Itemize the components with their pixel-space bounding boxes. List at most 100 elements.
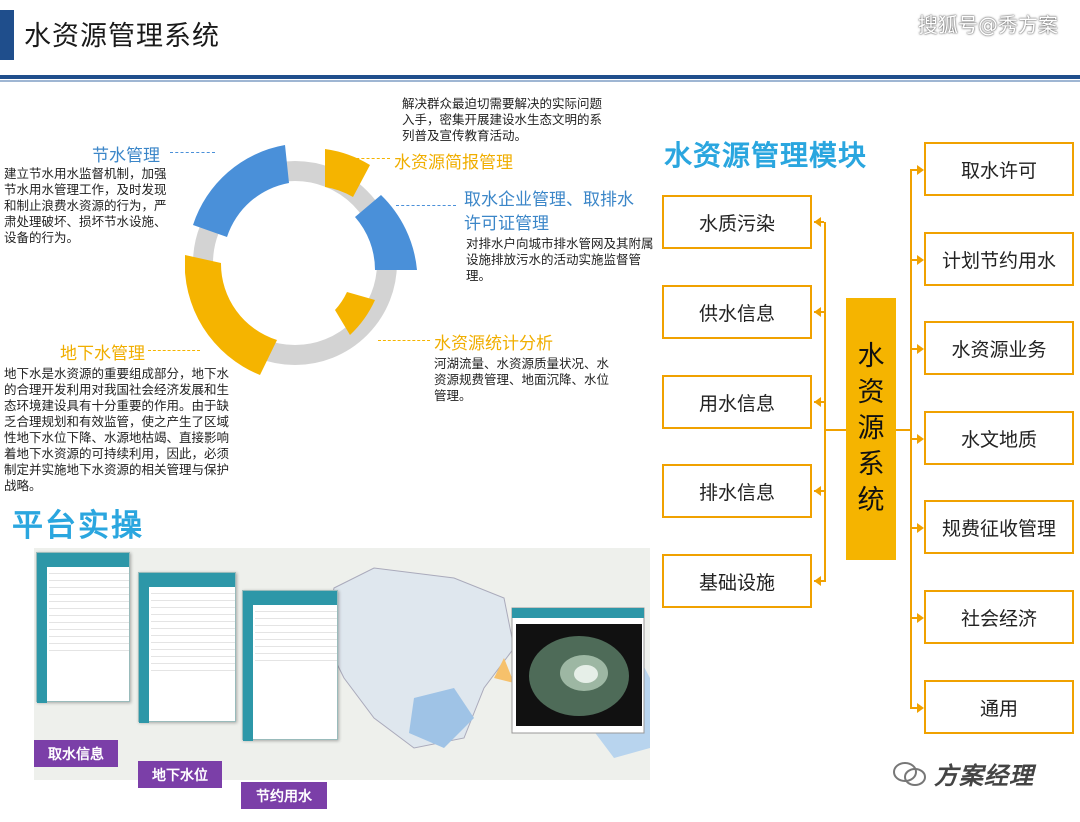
panel-row [255,640,337,647]
source-label: 搜狐号@秀方案 [918,13,1058,37]
module-left-box: 供水信息 [662,285,812,339]
wechat-icon [893,762,926,786]
bulletin-title: 水资源简报管理 [394,153,513,173]
groundwater-desc: 地下水是水资源的重要组成部分，地下水的合理开发利用对我国社会经济发展和生态环境建… [4,366,230,493]
water-saving-desc: 建立节水用水监督机制，加强节水用水管理工作，及时发现和制止浪费水资源的行为，严肃… [4,166,167,245]
page-title: 水资源管理系统 [24,21,220,52]
panel-header [37,553,129,567]
module-right-box: 社会经济 [924,590,1074,644]
module-left-box: 基础设施 [662,554,812,608]
ring-segment-groundwater [185,255,277,375]
panel-row [151,587,235,594]
panel-row [49,567,129,574]
header-rule [0,75,1080,79]
panel-row [49,644,129,651]
module-right-box: 规费征收管理 [924,500,1074,554]
arrow-right-icon [917,703,924,713]
arrow-right-icon [917,523,924,533]
panel-row [255,647,337,654]
center-char: 源 [857,413,885,444]
groundwater-title: 地下水管理 [60,344,145,364]
module-left-box: 排水信息 [662,464,812,518]
panel-row [49,574,129,581]
connector [910,259,917,261]
panel-row [255,612,337,619]
module-right-box: 计划节约用水 [924,232,1074,286]
center-char: 资 [857,377,885,408]
left-link-line [824,429,846,431]
module-right-box: 水资源业务 [924,321,1074,375]
water-saving-title: 节水管理 [92,146,160,166]
panel-row [151,608,235,615]
panel-row [49,623,129,630]
module-title: 水资源管理模块 [664,139,868,172]
panel-row [151,629,235,636]
connector [814,221,824,223]
panel-row [151,636,235,643]
groundwater-leader [148,350,200,351]
panel-sidebar [139,587,149,723]
watermark-text: 方案经理 [934,762,1034,790]
panel-row [255,626,337,633]
permit-leader [396,205,456,206]
panel-groundwater [138,572,236,723]
panel-sidebar [243,605,253,741]
module-right-box: 取水许可 [924,142,1074,196]
center-char: 系 [857,449,885,480]
connector [910,707,917,709]
connector [910,438,917,440]
ring-diagram [185,145,417,375]
panel-row [49,588,129,595]
platform-screenshot [34,548,650,780]
connector [910,169,917,171]
module-left-box: 水质污染 [662,195,812,249]
title-accent-bar [0,10,14,60]
platform-title: 平台实操 [12,508,144,544]
panel-row [49,630,129,637]
tag-groundwater-level: 地下水位 [138,761,222,788]
panel-row [49,616,129,623]
arrow-right-icon [917,434,924,444]
panel-row [49,637,129,644]
module-right-box: 通用 [924,680,1074,734]
connector [814,401,824,403]
stats-desc: 河湖流量、水资源质量状况、水资源规费管理、地面沉降、水位管理。 [434,356,610,403]
connector [814,311,824,313]
center-char: 统 [857,485,885,516]
tag-water-saving: 节约用水 [241,782,327,809]
left-trunk-line [824,222,826,582]
panel-row [255,654,337,661]
panel-header [243,591,337,605]
panel-sidebar [37,567,47,703]
water-saving-leader [170,152,215,153]
panel-row [49,581,129,588]
panel-header [139,573,235,587]
connector [814,580,824,582]
panel-row [151,664,235,671]
arrow-right-icon [917,165,924,175]
panel-row [151,657,235,664]
header-rule-light [0,80,1080,82]
panel-row [49,595,129,602]
connector [910,348,917,350]
right-link-line [896,429,910,431]
panel-row [255,619,337,626]
connector [910,527,917,529]
panel-row [49,602,129,609]
panel-row [151,650,235,657]
panel-row [151,594,235,601]
connector [814,490,824,492]
panel-row [255,633,337,640]
panel-row [151,601,235,608]
center-system-box: 水 资 源 系 统 [846,298,896,560]
arrow-right-icon [917,613,924,623]
tag-water-intake: 取水信息 [34,740,118,767]
panel-water-saving [242,590,338,741]
panel-row [151,615,235,622]
module-left-box: 用水信息 [662,375,812,429]
bulletin-leader [346,158,390,159]
center-char: 水 [857,341,885,372]
module-right-box: 水文地质 [924,411,1074,465]
permit-desc: 对排水户向城市排水管网及其附属设施排放污水的活动实施监督管理。 [466,236,654,283]
panel-row [151,622,235,629]
